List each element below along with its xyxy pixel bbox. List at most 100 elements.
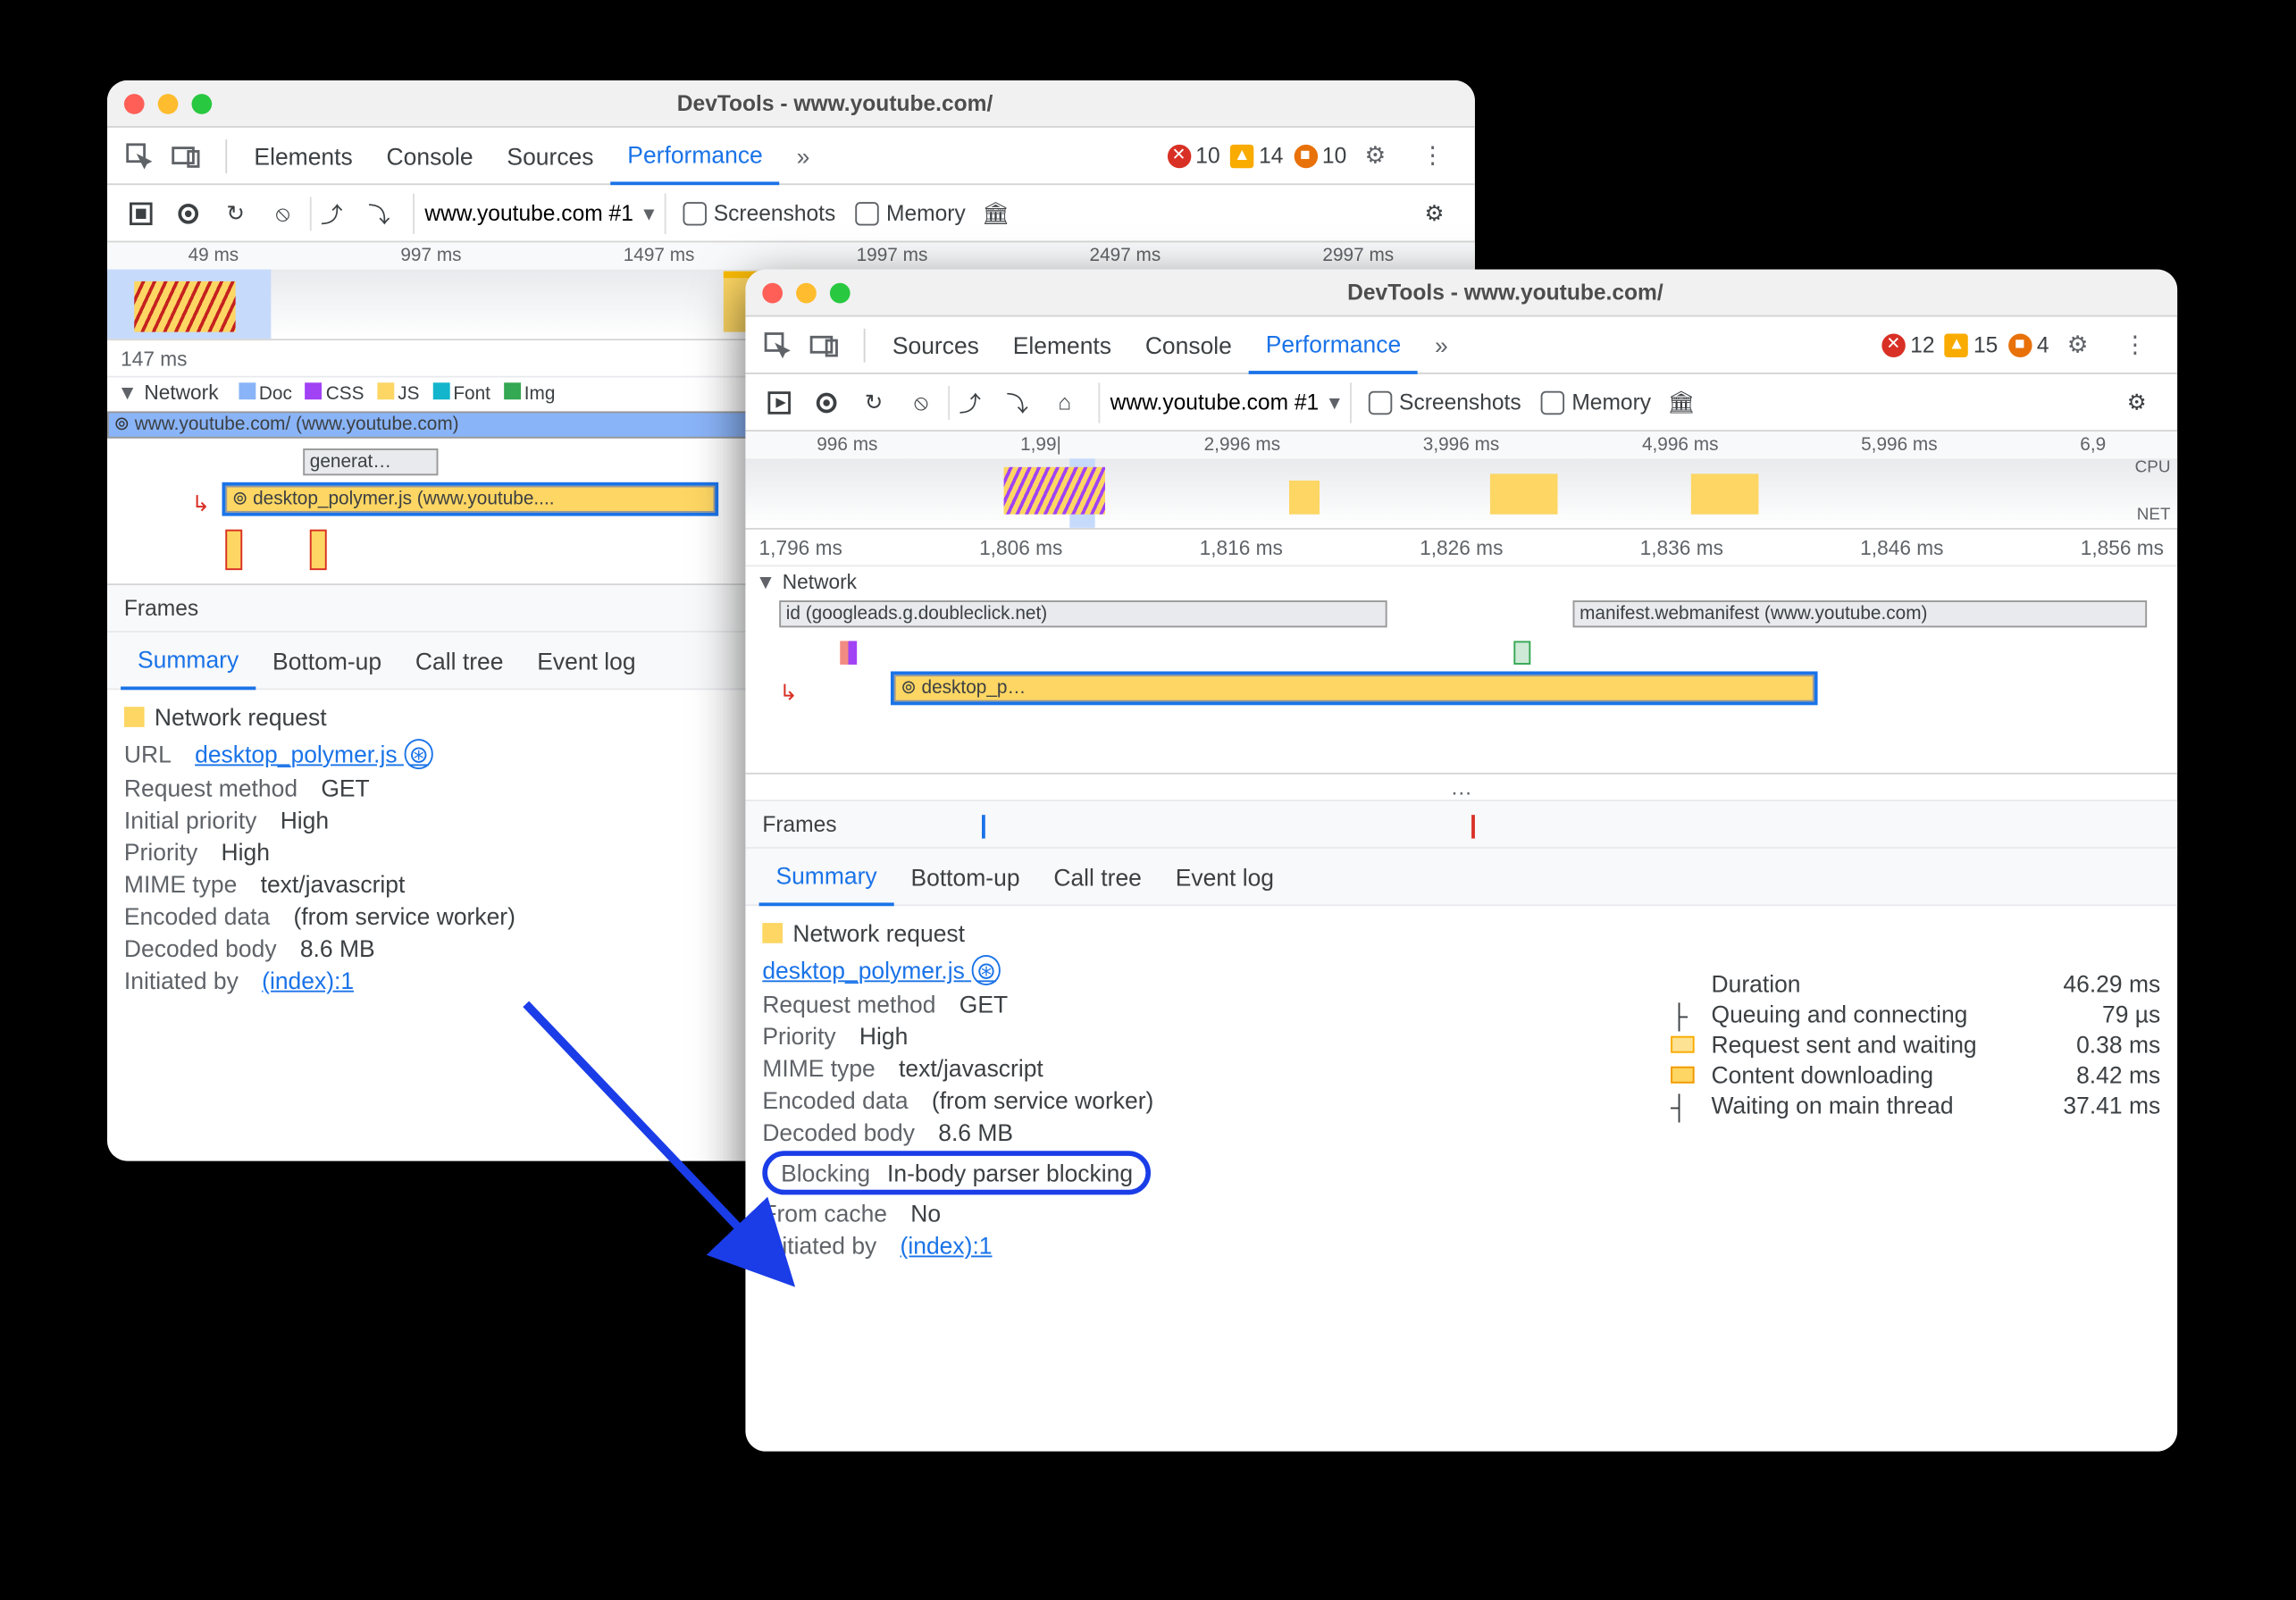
- mainthread-icon: ┤: [1671, 1093, 1694, 1117]
- tab-performance[interactable]: Performance: [610, 127, 779, 184]
- record-icon[interactable]: [806, 381, 846, 422]
- recording-select[interactable]: www.youtube.com #1▾: [413, 193, 666, 233]
- tab-eventlog[interactable]: Event log: [1159, 848, 1291, 905]
- more-tabs[interactable]: »: [1418, 316, 1465, 373]
- tab-summary[interactable]: Summary: [121, 632, 256, 689]
- garbage-icon[interactable]: 🏛: [976, 193, 1016, 233]
- memory-checkbox[interactable]: Memory: [1541, 390, 1651, 415]
- net-label: NET: [2137, 506, 2171, 524]
- settings-icon[interactable]: ⚙: [1357, 137, 1395, 174]
- tab-performance[interactable]: Performance: [1249, 316, 1418, 373]
- network-bar-generat[interactable]: generat…: [303, 448, 438, 475]
- service-worker-icon: ⊛: [971, 955, 1001, 985]
- maximize-icon[interactable]: [192, 93, 213, 113]
- collapsed-dots[interactable]: …: [745, 775, 2177, 801]
- cpu-label: CPU: [2135, 458, 2171, 477]
- request-url-link[interactable]: desktop_polymer.js ⊛: [195, 739, 433, 769]
- tab-sources[interactable]: Sources: [490, 127, 611, 184]
- summary-panel: Network request desktop_polymer.js ⊛ Req…: [745, 906, 2177, 1277]
- titlebar: DevTools - www.youtube.com/: [107, 80, 1475, 128]
- tab-calltree[interactable]: Call tree: [1036, 848, 1158, 905]
- tab-summary[interactable]: Summary: [759, 848, 894, 905]
- device-toolbar-icon[interactable]: [168, 137, 205, 174]
- tab-console[interactable]: Console: [1128, 316, 1249, 373]
- clear-icon[interactable]: ⦸: [901, 381, 941, 422]
- ruler: 1,796 ms 1,806 ms 1,816 ms 1,826 ms 1,83…: [745, 530, 2177, 567]
- tab-elements[interactable]: Elements: [996, 316, 1128, 373]
- blocking-highlight: Blocking In-body parser blocking: [762, 1151, 1152, 1194]
- toggle-record-icon[interactable]: [121, 193, 161, 233]
- warning-count[interactable]: ▲15: [1945, 332, 1998, 357]
- panel-settings-icon[interactable]: ⚙: [1414, 193, 1454, 233]
- close-icon[interactable]: [762, 282, 783, 303]
- upload-icon[interactable]: ⤴: [950, 381, 990, 422]
- garbage-icon[interactable]: 🏛: [1661, 381, 1701, 422]
- record-icon[interactable]: [168, 193, 208, 233]
- legend: Doc CSS JS Font Img: [239, 381, 555, 404]
- tab-eventlog[interactable]: Event log: [520, 632, 652, 689]
- minimize-icon[interactable]: [796, 282, 817, 303]
- reload-icon[interactable]: ↻: [215, 193, 256, 233]
- overview-timeline[interactable]: 996 ms 1,99| 2,996 ms 3,996 ms 4,996 ms …: [745, 431, 2177, 530]
- traffic-lights[interactable]: [762, 282, 850, 303]
- settings-icon[interactable]: ⚙: [2059, 326, 2097, 364]
- info-count[interactable]: ■10: [1294, 143, 1346, 168]
- js-swatch-icon: [762, 923, 783, 943]
- memory-checkbox[interactable]: Memory: [856, 200, 966, 225]
- network-bar-id[interactable]: id (googleads.g.doubleclick.net): [779, 600, 1387, 627]
- inspect-icon[interactable]: [759, 326, 797, 364]
- minimize-icon[interactable]: [158, 93, 179, 113]
- network-bar-selected[interactable]: ⊚ desktop_polymer.js (www.youtube....: [225, 486, 715, 513]
- download-icon[interactable]: ⤵: [997, 381, 1037, 422]
- error-count[interactable]: ✕10: [1167, 143, 1219, 168]
- device-toolbar-icon[interactable]: [806, 326, 843, 364]
- disclosure-triangle-icon[interactable]: ▼: [756, 570, 775, 593]
- tab-sources[interactable]: Sources: [876, 316, 996, 373]
- request-url-link[interactable]: desktop_polymer.js ⊛: [762, 955, 1001, 985]
- toggle-record-icon[interactable]: [759, 381, 800, 422]
- upload-icon[interactable]: ⤴: [312, 193, 352, 233]
- initiator-arrow-icon: ↳: [192, 490, 211, 517]
- tab-bottomup[interactable]: Bottom-up: [894, 848, 1037, 905]
- info-count[interactable]: ■4: [2008, 332, 2049, 357]
- tab-elements[interactable]: Elements: [238, 127, 370, 184]
- maximize-icon[interactable]: [830, 282, 851, 303]
- initiated-link[interactable]: (index):1: [262, 967, 354, 993]
- screenshots-checkbox[interactable]: Screenshots: [1369, 390, 1521, 415]
- initiated-link[interactable]: (index):1: [901, 1232, 993, 1259]
- traffic-lights[interactable]: [124, 93, 212, 113]
- close-icon[interactable]: [124, 93, 145, 113]
- warning-count[interactable]: ▲14: [1230, 143, 1283, 168]
- disclosure-triangle-icon[interactable]: ▼: [117, 381, 137, 404]
- request-heading: Network request: [762, 919, 1603, 946]
- network-track[interactable]: ▼ Network id (googleads.g.doubleclick.ne…: [745, 566, 2177, 774]
- home-icon[interactable]: ⌂: [1044, 381, 1085, 422]
- frames-track[interactable]: Frames: [745, 801, 2177, 849]
- download-icon[interactable]: ⤵: [359, 193, 399, 233]
- panel-settings-icon[interactable]: ⚙: [2116, 381, 2157, 422]
- network-bar-img[interactable]: [1513, 641, 1530, 664]
- network-bar-manifest[interactable]: manifest.webmanifest (www.youtube.com): [1573, 600, 2148, 627]
- initiator-arrow-icon: ↳: [779, 680, 798, 707]
- perf-toolbar: ↻ ⦸ ⤴ ⤵ www.youtube.com #1▾ Screenshots …: [107, 185, 1475, 242]
- clear-icon[interactable]: ⦸: [263, 193, 303, 233]
- more-tabs[interactable]: »: [780, 127, 827, 184]
- network-label: Network: [783, 570, 857, 593]
- tab-calltree[interactable]: Call tree: [398, 632, 520, 689]
- kebab-icon[interactable]: ⋮: [1414, 137, 1452, 174]
- tab-bottomup[interactable]: Bottom-up: [256, 632, 398, 689]
- error-count[interactable]: ✕12: [1881, 332, 1934, 357]
- detail-tabs: Summary Bottom-up Call tree Event log: [745, 849, 2177, 906]
- recording-select[interactable]: www.youtube.com #1▾: [1098, 381, 1352, 422]
- screenshots-checkbox[interactable]: Screenshots: [683, 200, 836, 225]
- service-worker-icon: ⊛: [404, 739, 434, 769]
- kebab-icon[interactable]: ⋮: [2116, 326, 2154, 364]
- tab-console[interactable]: Console: [370, 127, 490, 184]
- network-bar-css[interactable]: [840, 641, 857, 664]
- js-swatch-icon: [124, 707, 145, 727]
- titlebar: DevTools - www.youtube.com/: [745, 270, 2177, 317]
- inspect-icon[interactable]: [121, 137, 158, 174]
- devtools-tabbar: Elements Console Sources Performance » ✕…: [107, 128, 1475, 185]
- network-bar-selected[interactable]: ⊚ desktop_p…: [894, 674, 1814, 701]
- reload-icon[interactable]: ↻: [853, 381, 893, 422]
